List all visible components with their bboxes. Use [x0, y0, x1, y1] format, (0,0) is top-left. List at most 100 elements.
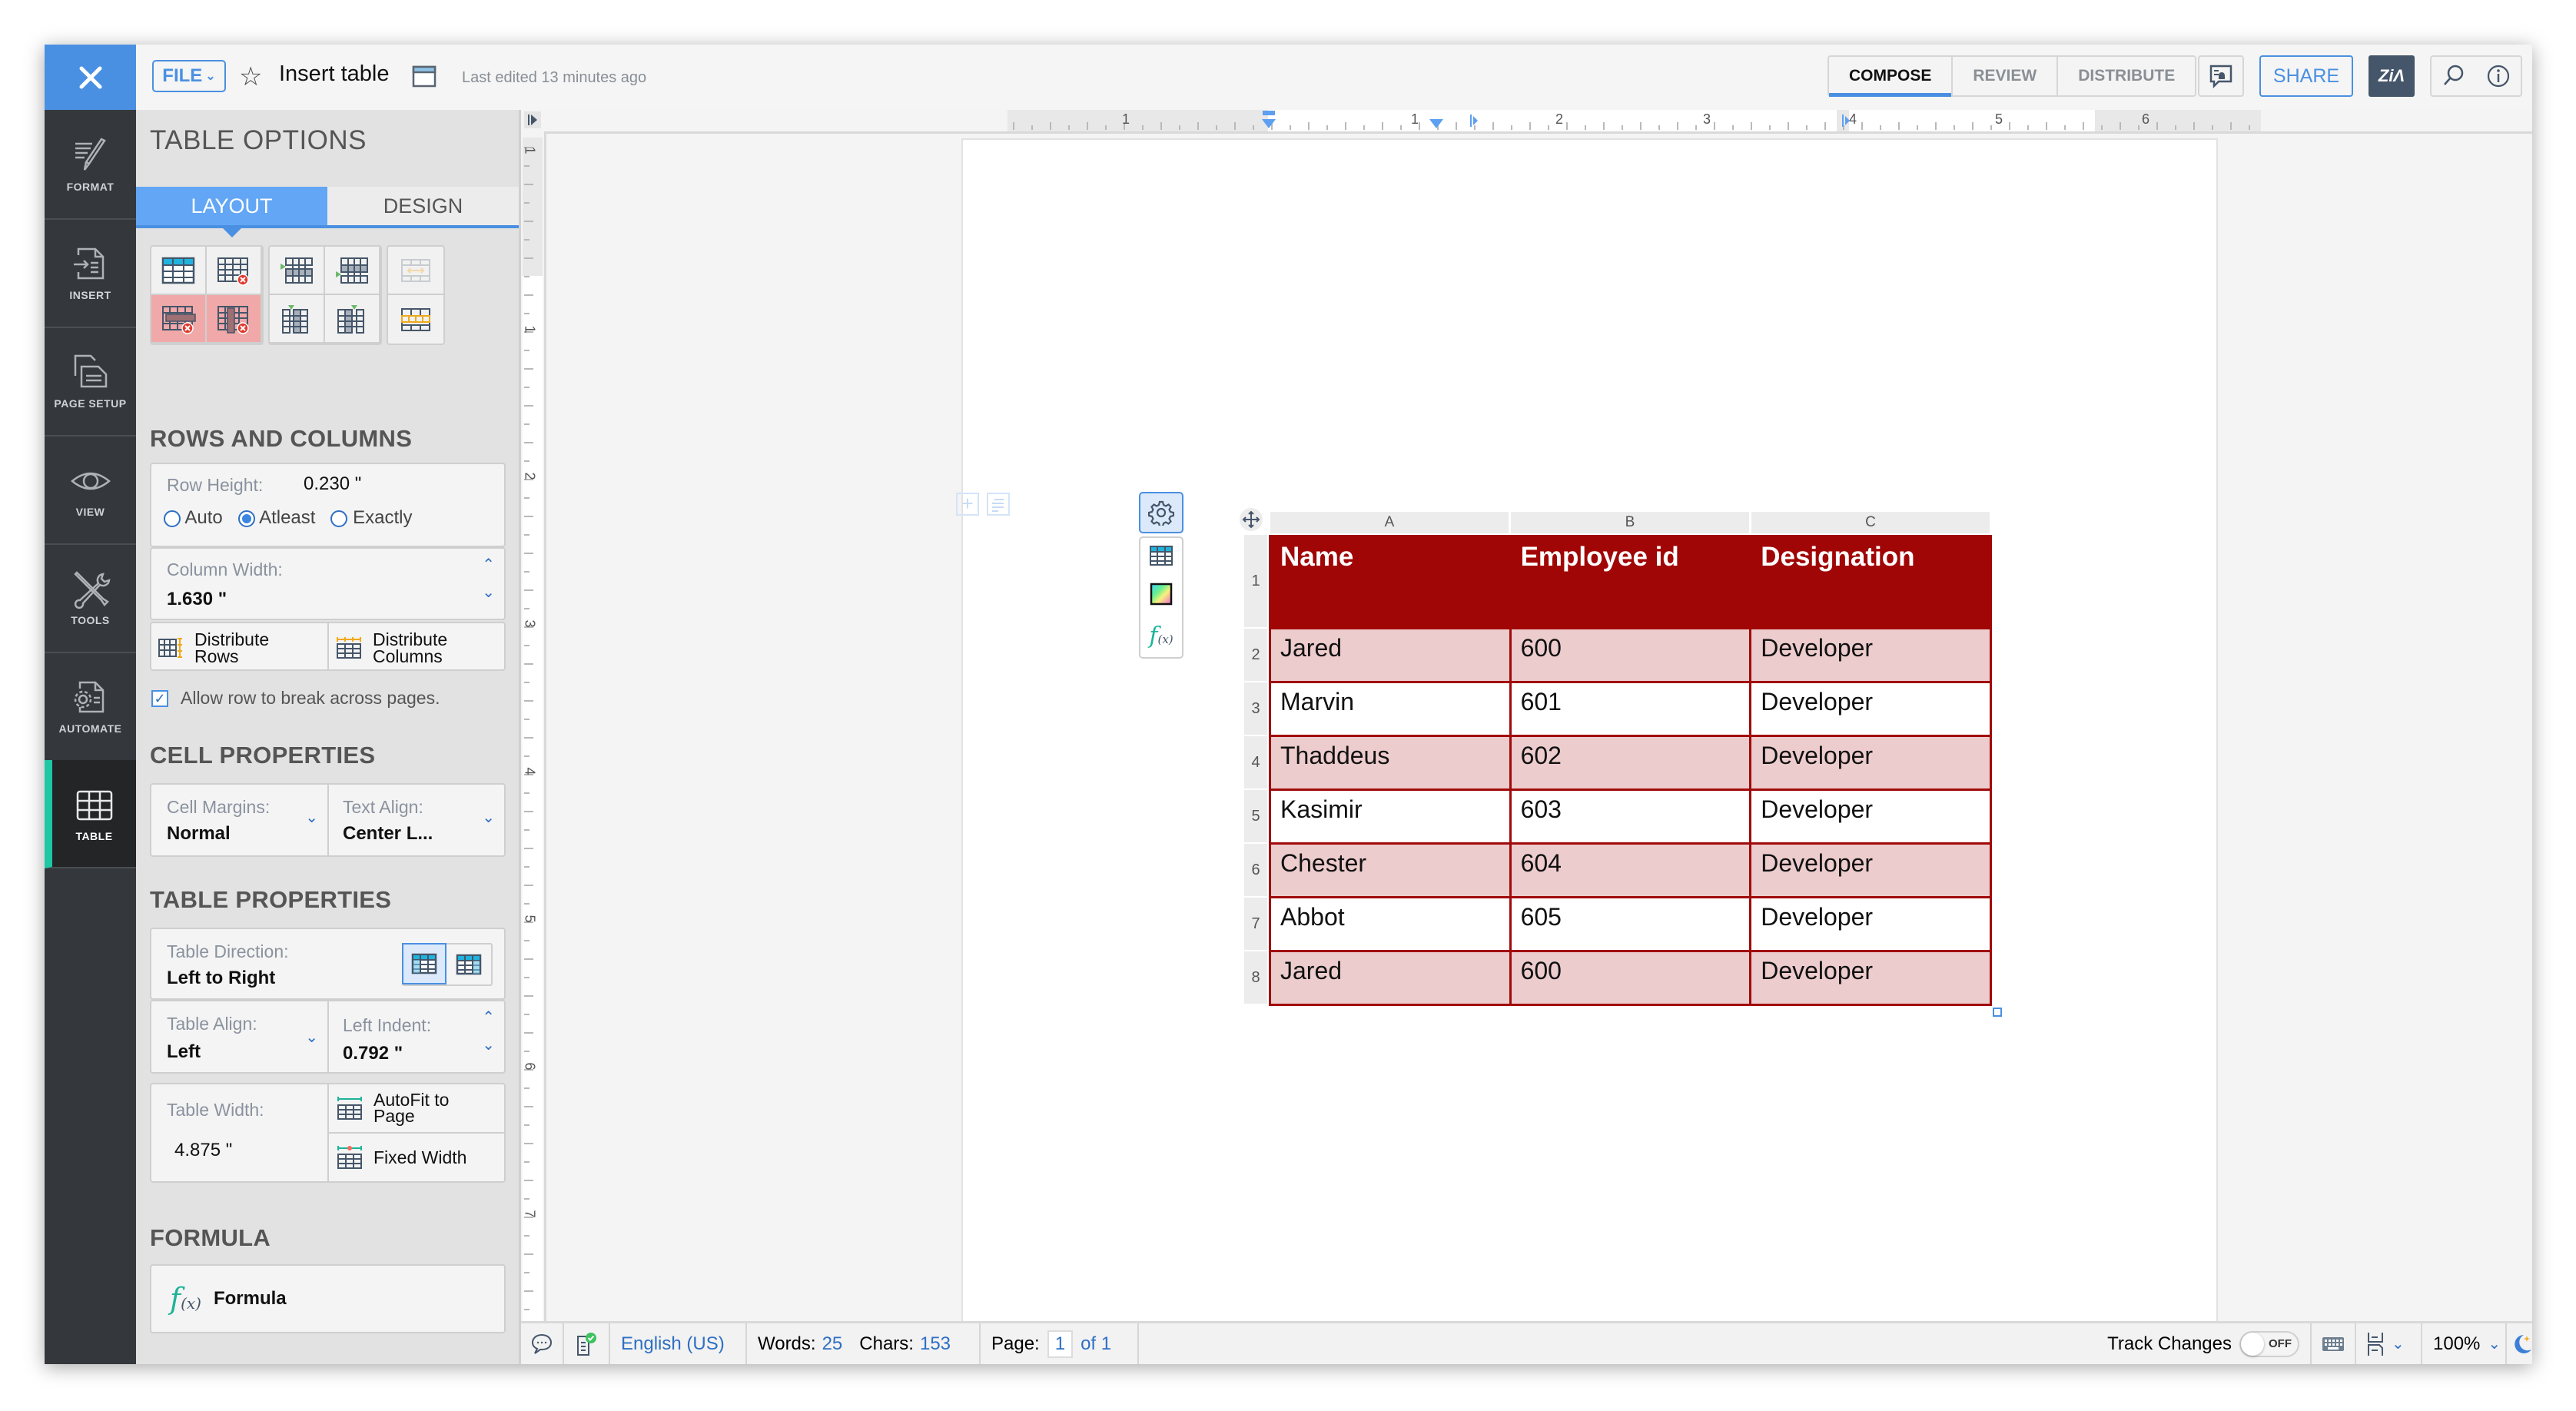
column-marker[interactable]	[1469, 110, 1480, 130]
tab-compose[interactable]: COMPOSE	[1829, 57, 1954, 97]
table-cell[interactable]: 602	[1509, 735, 1752, 791]
rail-item-view[interactable]: VIEW	[45, 435, 136, 545]
column-marker[interactable]	[1841, 110, 1852, 130]
delete-table-button[interactable]	[207, 247, 262, 295]
allow-break-checkbox[interactable]: ✓	[151, 689, 168, 707]
radio-atleast[interactable]: Atleast	[237, 507, 315, 529]
insert-table-button[interactable]	[151, 247, 207, 295]
row-header[interactable]: 5	[1244, 790, 1267, 842]
delete-column-button[interactable]	[207, 295, 262, 344]
text-align-dropdown[interactable]: Text Align: Center L... ⌄	[329, 785, 504, 855]
insert-row-above-button[interactable]	[270, 247, 325, 295]
page-view-selector[interactable]: ⌄	[2356, 1323, 2422, 1364]
table-move-handle[interactable]	[1240, 508, 1263, 531]
table-header-cell[interactable]: Designation	[1749, 535, 1992, 629]
table-cell[interactable]: Developer	[1749, 950, 1992, 1006]
decrement-icon[interactable]: ⌄	[482, 583, 495, 602]
file-menu-button[interactable]: FILE ⌄	[152, 60, 226, 92]
tab-distribute[interactable]: DISTRIBUTE	[2058, 57, 2195, 95]
radio-exactly[interactable]: Exactly	[330, 507, 412, 529]
row-header[interactable]: 2	[1244, 629, 1267, 681]
table-cell[interactable]: 601	[1509, 681, 1752, 737]
table-cell[interactable]: Marvin	[1269, 681, 1512, 737]
split-cells-button[interactable]	[388, 295, 443, 344]
distribute-columns-button[interactable]: Distribute Columns	[336, 628, 503, 668]
column-header-b[interactable]: B	[1511, 512, 1749, 533]
rail-item-format[interactable]: FORMAT	[45, 110, 136, 220]
radio-button[interactable]	[330, 510, 348, 527]
paragraph-menu-icon[interactable]	[987, 493, 1010, 516]
radio-auto[interactable]: Auto	[164, 507, 223, 529]
vertical-ruler[interactable]: 1 1 2 3 4 5 6 7	[521, 131, 546, 1321]
table-cell[interactable]: Kasimir	[1269, 788, 1512, 845]
tab-review[interactable]: REVIEW	[1953, 57, 2059, 95]
row-header[interactable]: 8	[1244, 951, 1267, 1004]
horizontal-ruler[interactable]: 1 1 2 3 4 5 6	[521, 110, 2532, 134]
proofing-button[interactable]	[564, 1323, 610, 1364]
table-style-icon[interactable]	[1150, 546, 1173, 566]
rail-item-tools[interactable]: TOOLS	[45, 543, 136, 653]
rail-item-page-setup[interactable]: PAGE SETUP	[45, 327, 136, 437]
share-button[interactable]: SHARE	[2259, 55, 2353, 97]
table-settings-button[interactable]	[1139, 492, 1183, 533]
rtl-button[interactable]	[446, 945, 491, 984]
language-selector[interactable]: English (US)	[610, 1323, 747, 1364]
radio-button[interactable]	[164, 510, 181, 527]
table-cell[interactable]: Jared	[1269, 627, 1512, 683]
table-cell[interactable]: Developer	[1749, 842, 1992, 898]
left-indent-field[interactable]: Left Indent: 0.792 " ⌃ ⌄	[329, 1001, 504, 1072]
increment-icon[interactable]: ⌃	[482, 1008, 495, 1027]
comments-button[interactable]	[521, 1323, 564, 1364]
tab-layout[interactable]: LAYOUT	[136, 187, 327, 237]
document-table[interactable]: Name Employee id Designation Jared 600 D…	[1269, 535, 1992, 1006]
table-header-cell[interactable]: Name	[1269, 535, 1512, 629]
allow-break-option[interactable]: ✓ Allow row to break across pages.	[151, 688, 440, 709]
cell-margins-dropdown[interactable]: Cell Margins: Normal ⌄	[151, 785, 327, 855]
info-icon[interactable]	[2486, 64, 2511, 88]
formula-button[interactable]: f(x) Formula	[150, 1264, 506, 1333]
table-cell[interactable]: Developer	[1749, 788, 1992, 845]
table-width-value[interactable]: 4.875 "	[174, 1140, 232, 1161]
table-cell[interactable]: Developer	[1749, 735, 1992, 791]
row-header[interactable]: 3	[1244, 682, 1267, 735]
row-height-value[interactable]: 0.230 "	[304, 473, 361, 495]
row-header[interactable]: 1	[1244, 535, 1267, 627]
keyboard-button[interactable]	[2312, 1323, 2356, 1364]
table-resize-handle[interactable]	[1993, 1008, 2002, 1017]
table-cell[interactable]: Developer	[1749, 627, 1992, 683]
page-number-input[interactable]: 1	[1047, 1330, 1074, 1358]
increment-icon[interactable]: ⌃	[482, 555, 495, 574]
right-indent-marker[interactable]	[1428, 110, 1445, 130]
fixed-width-button[interactable]: Fixed Width	[329, 1134, 504, 1181]
row-header[interactable]: 4	[1244, 736, 1267, 788]
table-cell[interactable]: 600	[1509, 950, 1752, 1006]
search-icon[interactable]	[2442, 64, 2466, 88]
column-header-a[interactable]: A	[1270, 512, 1509, 533]
tab-design[interactable]: DESIGN	[327, 187, 519, 225]
rail-item-automate[interactable]: AUTOMATE	[45, 652, 136, 762]
table-align-dropdown[interactable]: Table Align: Left ⌄	[151, 1001, 327, 1072]
table-cell[interactable]: 603	[1509, 788, 1752, 845]
track-changes-toggle[interactable]: OFF	[2239, 1330, 2299, 1357]
table-cell[interactable]: Abbot	[1269, 896, 1512, 952]
distribute-rows-button[interactable]: Distribute Rows	[158, 628, 325, 668]
ruler-toggle-icon[interactable]	[524, 111, 541, 128]
table-cell[interactable]: Thaddeus	[1269, 735, 1512, 791]
row-header[interactable]: 7	[1244, 898, 1267, 950]
decrement-icon[interactable]: ⌄	[482, 1035, 495, 1054]
formula-icon[interactable]: f(x)	[1149, 622, 1173, 649]
insert-column-left-button[interactable]	[270, 295, 325, 344]
color-picker-icon[interactable]	[1150, 583, 1173, 606]
ltr-button[interactable]	[402, 943, 446, 984]
delete-row-button[interactable]	[151, 295, 207, 344]
table-cell[interactable]: 605	[1509, 896, 1752, 952]
notification-button[interactable]	[2198, 55, 2244, 97]
insert-column-right-button[interactable]	[325, 295, 380, 344]
table-cell[interactable]: 604	[1509, 842, 1752, 898]
row-header[interactable]: 6	[1244, 844, 1267, 896]
document-title[interactable]: Insert table	[279, 61, 389, 87]
zia-button[interactable]: ZiΛ	[2369, 55, 2415, 97]
night-mode-button[interactable]	[2507, 1323, 2532, 1364]
table-header-cell[interactable]: Employee id	[1509, 535, 1752, 629]
column-header-c[interactable]: C	[1751, 512, 1990, 533]
